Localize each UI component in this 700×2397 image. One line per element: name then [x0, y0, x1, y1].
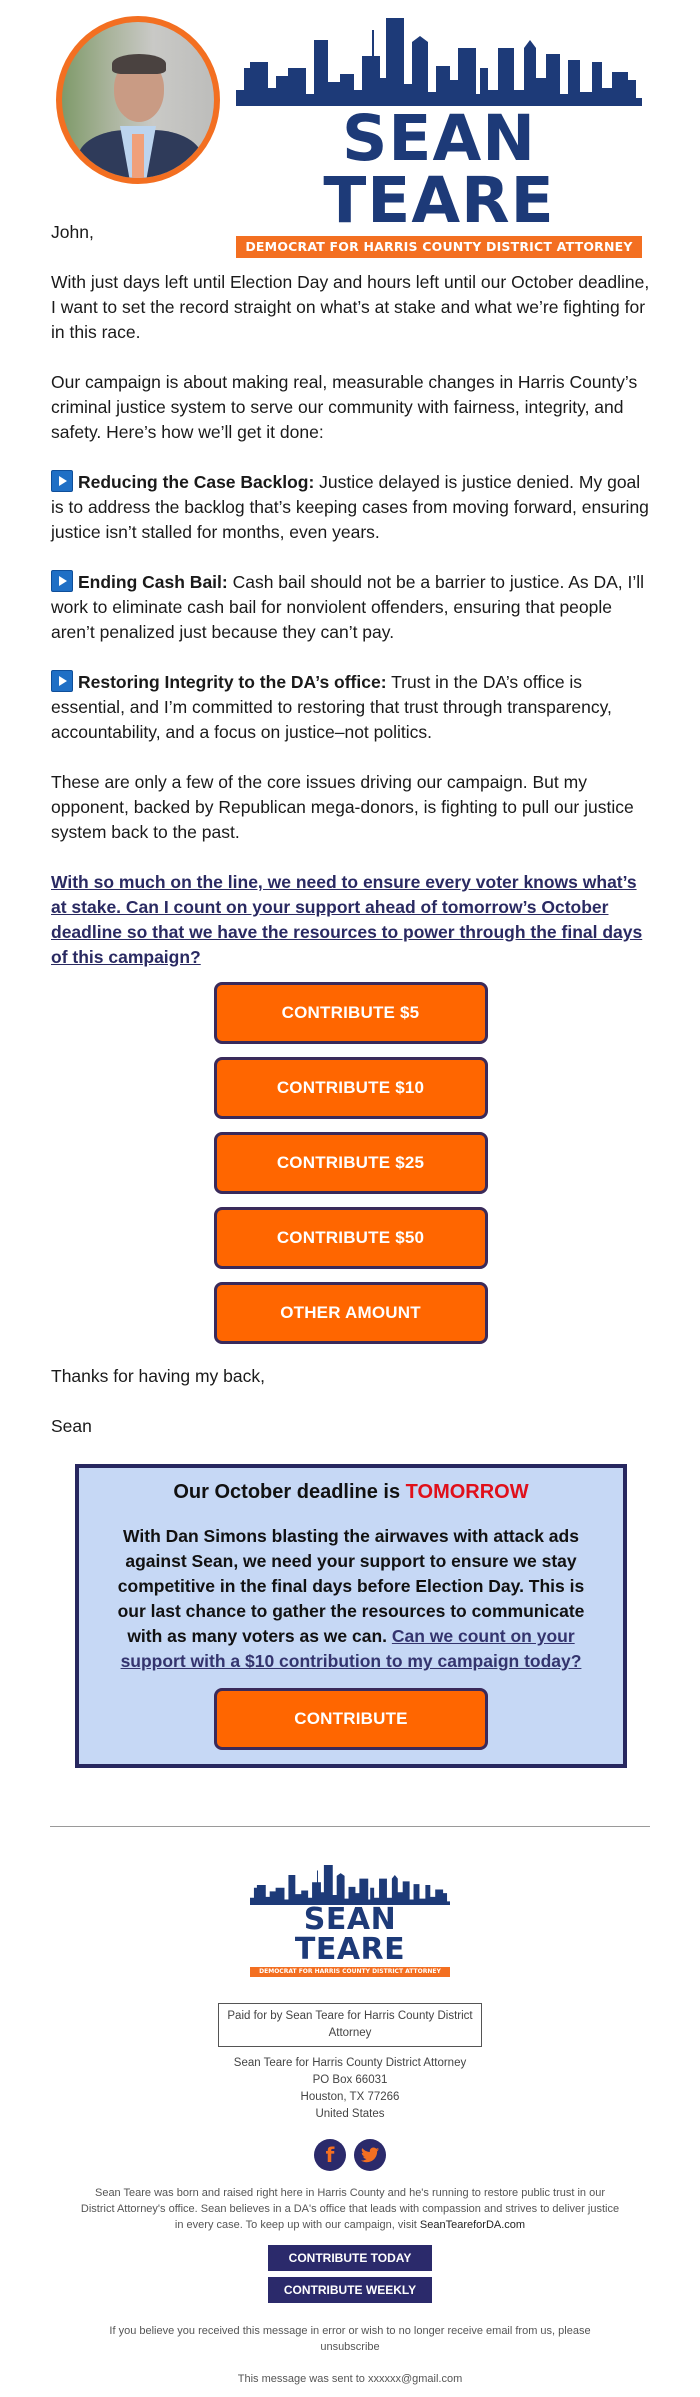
footer-logo-tagline: DEMOCRAT FOR HARRIS COUNTY DISTRICT ATTO…: [250, 1967, 450, 1977]
other-amount-button[interactable]: OTHER AMOUNT: [213, 1282, 488, 1344]
contribute-weekly-button[interactable]: CONTRIBUTE WEEKLY: [268, 2277, 432, 2303]
footer-logo: SEAN TEARE DEMOCRAT FOR HARRIS COUNTY DI…: [250, 1865, 450, 1977]
play-button-icon: [51, 570, 73, 592]
bullet-integrity: Restoring Integrity to the DA’s office: …: [51, 670, 650, 745]
twitter-icon[interactable]: [354, 2139, 386, 2171]
logo-tagline: DEMOCRAT FOR HARRIS COUNTY DISTRICT ATTO…: [236, 236, 642, 258]
facebook-icon[interactable]: f: [314, 2139, 346, 2171]
email-page: SEAN TEARE DEMOCRAT FOR HARRIS COUNTY DI…: [0, 0, 700, 2387]
bullet-cash-bail: Ending Cash Bail: Cash bail should not b…: [51, 570, 650, 645]
paid-for-disclaimer: Paid for by Sean Teare for Harris County…: [218, 2003, 482, 2047]
bullet-title: Ending Cash Bail:: [78, 572, 228, 592]
logo-name: SEAN TEARE: [323, 102, 555, 237]
deadline-title: Our October deadline is TOMORROW: [105, 1478, 597, 1506]
skyline-icon: [250, 1865, 450, 1905]
mailing-address: Sean Teare for Harris County District At…: [0, 2055, 700, 2123]
skyline-icon: [236, 18, 642, 106]
signoff-text: Thanks for having my back,: [51, 1366, 265, 1386]
website-link[interactable]: SeanTeareforDA.com: [420, 2219, 525, 2231]
campaign-paragraph: Our campaign is about making real, measu…: [51, 372, 638, 442]
contribute-button[interactable]: CONTRIBUTE: [214, 1688, 488, 1750]
signoff: Thanks for having my back, Sean: [51, 1364, 650, 1439]
contribute-25-button[interactable]: CONTRIBUTE $25: [213, 1132, 488, 1194]
email-body: John, With just days left until Election…: [0, 220, 700, 1439]
deadline-highlight: TOMORROW: [405, 1481, 529, 1503]
address-line: Sean Teare for Harris County District At…: [233, 2057, 467, 2069]
photo-tie: [132, 134, 144, 178]
play-button-icon: [51, 470, 73, 492]
deadline-callout: Our October deadline is TOMORROW With Da…: [75, 1464, 627, 1768]
bullet-case-backlog: Reducing the Case Backlog: Justice delay…: [51, 470, 650, 545]
play-button-icon: [51, 670, 73, 692]
deadline-text: With Dan Simons blasting the airwaves wi…: [105, 1524, 597, 1674]
footer-logo-name: SEAN TEARE: [294, 1902, 406, 1967]
address-line: Houston, TX 77266: [300, 2091, 400, 2103]
contribute-today-button[interactable]: CONTRIBUTE TODAY: [268, 2245, 432, 2271]
contribute-5-button[interactable]: CONTRIBUTE $5: [213, 982, 488, 1044]
deadline-title-prefix: Our October deadline is: [173, 1481, 406, 1503]
social-links: f: [0, 2139, 700, 2171]
signature: Sean: [51, 1416, 92, 1436]
footer-divider: [50, 1826, 650, 1827]
sent-to-text: This message was sent to xxxxxx@gmail.co…: [237, 2373, 463, 2385]
campaign-logo: SEAN TEARE DEMOCRAT FOR HARRIS COUNTY DI…: [236, 18, 642, 258]
about-body: Sean Teare was born and raised right her…: [80, 2187, 620, 2231]
opponent-paragraph: These are only a few of the core issues …: [51, 772, 634, 842]
footer-buttons: CONTRIBUTE TODAY CONTRIBUTE WEEKLY: [0, 2245, 700, 2303]
contribute-50-button[interactable]: CONTRIBUTE $50: [213, 1207, 488, 1269]
bullet-title: Restoring Integrity to the DA’s office:: [78, 672, 387, 692]
about-text: Sean Teare was born and raised right her…: [0, 2185, 700, 2233]
address-line: PO Box 66031: [312, 2074, 388, 2086]
email-footer: SEAN TEARE DEMOCRAT FOR HARRIS COUNTY DI…: [0, 1865, 700, 2387]
bullet-title: Reducing the Case Backlog:: [78, 472, 315, 492]
contribute-10-button[interactable]: CONTRIBUTE $10: [213, 1057, 488, 1119]
twitter-bird-glyph: [361, 2147, 379, 2163]
donation-buttons: CONTRIBUTE $5 CONTRIBUTE $10 CONTRIBUTE …: [51, 982, 650, 1344]
support-link[interactable]: With so much on the line, we need to ens…: [51, 872, 642, 967]
candidate-photo: [56, 16, 220, 184]
cta-paragraph: With so much on the line, we need to ens…: [51, 870, 650, 970]
email-header: SEAN TEARE DEMOCRAT FOR HARRIS COUNTY DI…: [0, 0, 700, 258]
photo-hair: [112, 54, 166, 74]
address-line: United States: [315, 2108, 385, 2120]
intro-paragraph: With just days left until Election Day a…: [51, 272, 650, 342]
unsubscribe-text[interactable]: If you believe you received this message…: [0, 2323, 700, 2355]
